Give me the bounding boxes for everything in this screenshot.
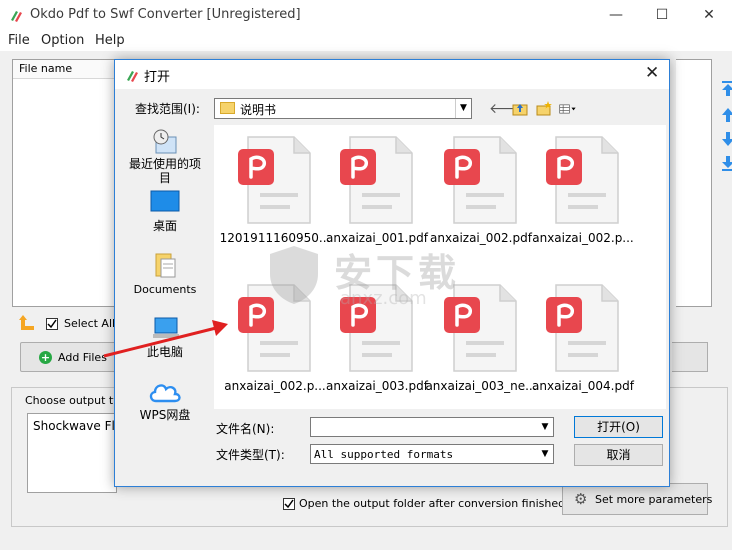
file-item[interactable]: anxaizai_002.p... (530, 129, 634, 259)
file-item[interactable]: anxaizai_002.pdf (428, 129, 532, 259)
maximize-button[interactable]: ☐ (639, 0, 685, 31)
annotation-arrow (103, 320, 228, 358)
documents-icon (155, 253, 176, 278)
menu-bar: File Option Help (0, 31, 732, 51)
menu-option[interactable]: Option (41, 33, 84, 48)
add-icon: + (39, 351, 52, 364)
new-folder-icon[interactable] (535, 100, 553, 118)
place-wps-cloud[interactable]: WPS网盘 (122, 377, 208, 422)
pdf-file-icon (238, 136, 311, 224)
chevron-down-icon[interactable]: ▼ (537, 418, 553, 436)
place-documents[interactable]: Documents (122, 251, 208, 296)
chevron-down-icon[interactable]: ▼ (537, 445, 553, 463)
minimize-button[interactable]: — (593, 0, 639, 31)
file-name: anxaizai_004.pdf (532, 379, 634, 393)
move-bottom-icon[interactable] (720, 154, 732, 172)
window-title: Okdo Pdf to Swf Converter [Unregistered] (30, 7, 301, 22)
file-name-column-header[interactable]: File name (13, 60, 115, 79)
pdf-file-icon (444, 136, 517, 224)
menu-help[interactable]: Help (95, 33, 125, 48)
file-name: anxaizai_002.p... (224, 379, 326, 393)
title-bar: Okdo Pdf to Swf Converter [Unregistered]… (0, 0, 732, 31)
output-type-label: Choose output typ (25, 394, 127, 407)
open-folder-checkbox[interactable] (283, 498, 295, 510)
convert-button[interactable] (672, 342, 708, 372)
file-item[interactable]: 1201911160950... (220, 129, 330, 259)
back-arrow-icon[interactable]: 🡐 (489, 100, 527, 118)
file-name: anxaizai_002.p... (532, 231, 634, 245)
recent-icon (153, 129, 177, 154)
look-in-label: 查找范围(I): (135, 102, 200, 116)
file-name: anxaizai_003.pdf (326, 379, 428, 393)
file-name-input[interactable]: ▼ (310, 417, 554, 437)
order-panel (676, 59, 732, 307)
file-item[interactable]: anxaizai_001.pdf (324, 129, 428, 259)
move-top-icon[interactable] (720, 80, 732, 98)
desktop-icon (150, 190, 180, 212)
up-one-level-icon[interactable] (511, 100, 529, 118)
place-recent[interactable]: 最近使用的项 目 (122, 125, 208, 185)
places-bar: 最近使用的项 目 桌面 Documents 此电脑 WPS网盘 (122, 125, 208, 425)
folder-icon (220, 102, 235, 114)
cancel-button[interactable]: 取消 (574, 444, 663, 466)
look-in-combo[interactable]: 说明书 ▼ (214, 98, 472, 119)
pdf-file-icon (340, 136, 413, 224)
open-button[interactable]: 打开(O) (574, 416, 663, 438)
cloud-icon (149, 384, 181, 403)
dialog-title: 打开 (144, 70, 171, 85)
file-type-select[interactable]: All supported formats ▼ (310, 444, 554, 464)
dialog-title-bar: 打开 ✕ (115, 60, 669, 89)
file-name: anxaizai_003_ne... (425, 379, 537, 393)
watermark-logo: 安下载 anxz.com (262, 242, 482, 322)
pdf-file-icon (546, 284, 619, 372)
close-button[interactable]: ✕ (686, 0, 732, 31)
app-icon (11, 11, 22, 22)
pdf-file-icon (546, 136, 619, 224)
move-up-icon[interactable] (720, 106, 732, 124)
dialog-close-button[interactable]: ✕ (645, 63, 659, 83)
move-down-icon[interactable] (720, 130, 732, 148)
output-type-list[interactable]: Shockwave Fla (27, 413, 122, 493)
file-type-label: 文件类型(T): (216, 448, 285, 462)
set-more-parameters-label: Set more parameters (595, 493, 713, 506)
select-all-checkbox[interactable] (46, 318, 58, 330)
look-in-value: 说明书 (240, 103, 277, 117)
file-type-value: All supported formats (314, 448, 454, 461)
gear-icon: ⚙ (574, 490, 588, 508)
shield-icon (270, 246, 318, 304)
open-folder-label: Open the output folder after conversion … (299, 497, 566, 510)
view-menu-icon[interactable] (559, 100, 577, 118)
file-list[interactable]: File name (12, 59, 116, 307)
chevron-down-icon[interactable]: ▼ (455, 99, 471, 118)
file-name-label: 文件名(N): (216, 422, 275, 436)
menu-file[interactable]: File (8, 33, 30, 48)
up-folder-icon[interactable] (18, 314, 36, 332)
dialog-app-icon (127, 71, 138, 82)
file-item[interactable]: anxaizai_004.pdf (530, 277, 634, 407)
output-type-item[interactable]: Shockwave Fla (33, 419, 122, 433)
set-more-parameters-button[interactable]: ⚙ Set more parameters (562, 483, 712, 515)
place-desktop[interactable]: 桌面 (122, 189, 208, 233)
